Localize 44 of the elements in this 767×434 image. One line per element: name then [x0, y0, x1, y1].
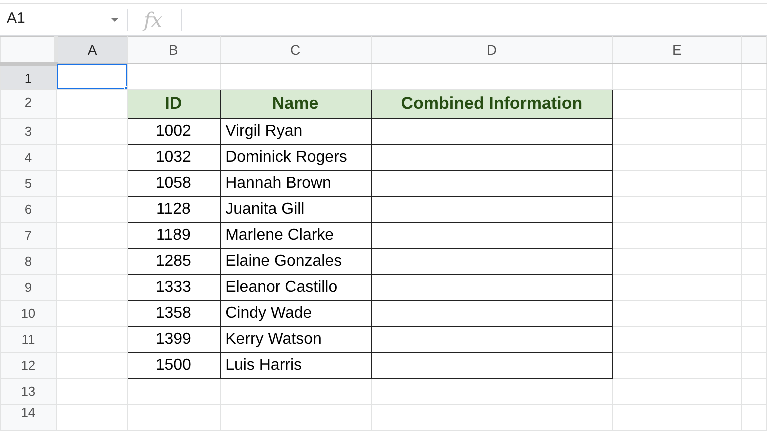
caret-icon: [111, 18, 119, 22]
table-cell: Eleanor Castillo: [220, 274, 372, 300]
table-cell: Hannah Brown: [220, 170, 372, 196]
table-cell: 1500: [127, 352, 220, 378]
row-header[interactable]: 10: [0, 300, 56, 326]
column-header[interactable]: B: [127, 36, 220, 64]
table-cell: Kerry Watson: [220, 326, 372, 352]
table-cell: 1128: [127, 196, 220, 222]
row-header[interactable]: 9: [0, 274, 56, 300]
column-header[interactable]: A: [56, 36, 128, 64]
table-cell: Marlene Clarke: [220, 222, 372, 248]
table-cell: Dominick Rogers: [220, 144, 372, 170]
column-header[interactable]: D: [371, 36, 613, 64]
table-cell: 1333: [127, 274, 220, 300]
table-cell: 1058: [127, 170, 220, 196]
table-cell: Juanita Gill: [220, 196, 372, 222]
column-header[interactable]: E: [612, 36, 742, 64]
table-cell: 1399: [127, 326, 220, 352]
row-header[interactable]: 11: [0, 326, 56, 352]
table-cell: 1358: [127, 300, 220, 326]
table-cell: Elaine Gonzales: [220, 248, 372, 274]
table-cell: 1032: [127, 144, 220, 170]
table-cell: Cindy Wade: [220, 300, 372, 326]
row-header[interactable]: 6: [0, 196, 56, 222]
row-header[interactable]: 2: [0, 90, 56, 118]
table-cell: 1189: [127, 222, 220, 248]
table-cell: Luis Harris: [220, 352, 372, 378]
table-cell: Virgil Ryan: [220, 118, 372, 144]
column-header[interactable]: C: [220, 36, 372, 64]
row-header[interactable]: 4: [0, 144, 56, 170]
row-header[interactable]: 12: [0, 352, 56, 378]
column-heading: ID: [127, 90, 220, 118]
table-cell: 1002: [127, 118, 220, 144]
active-cell[interactable]: [57, 64, 126, 88]
column-heading: Name: [220, 90, 372, 118]
table-cell: 1285: [127, 248, 220, 274]
column-heading: Combined Information: [371, 90, 613, 118]
row-header[interactable]: 13: [0, 378, 56, 404]
row-header[interactable]: 7: [0, 222, 56, 248]
row-header[interactable]: 3: [0, 118, 56, 144]
row-header[interactable]: 5: [0, 170, 56, 196]
row-header[interactable]: 8: [0, 248, 56, 274]
fx-label: fx: [144, 6, 163, 34]
row-header[interactable]: 14: [0, 404, 56, 430]
